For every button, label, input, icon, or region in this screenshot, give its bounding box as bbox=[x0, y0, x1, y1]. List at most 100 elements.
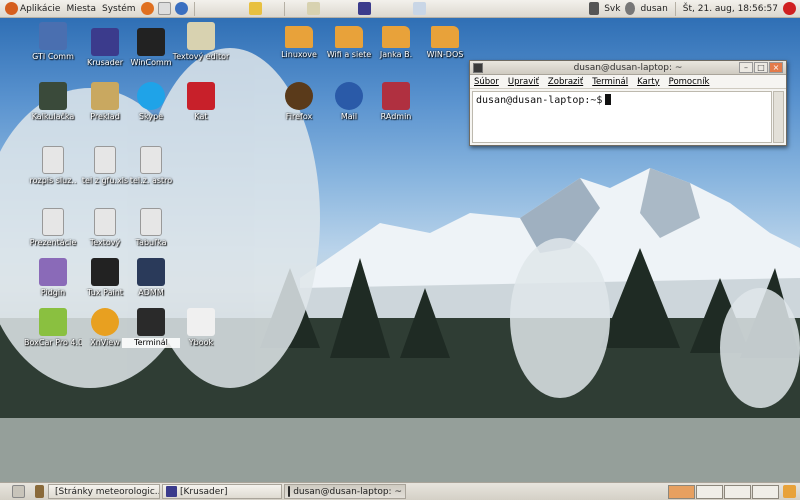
terminal-title: dusan@dusan-laptop: ~ bbox=[573, 62, 683, 73]
folder-icon bbox=[285, 26, 313, 48]
gti-comm-icon bbox=[39, 22, 67, 50]
terminal-menubar: Súbor Upraviť Zobraziť Terminál Karty Po… bbox=[470, 75, 786, 89]
mail-launcher-icon[interactable] bbox=[157, 2, 171, 15]
desktop-icon[interactable]: tel.z. astro bbox=[122, 146, 180, 186]
desktop-icon[interactable]: Kalkulačka bbox=[24, 82, 82, 122]
krusader-launcher-icon[interactable] bbox=[357, 2, 371, 15]
trash-applet-icon[interactable] bbox=[783, 485, 796, 498]
terminal-scrollbar[interactable] bbox=[773, 91, 784, 143]
workspace-2[interactable] bbox=[696, 484, 723, 499]
desktop-icon[interactable]: Prezentácie bbox=[24, 208, 82, 248]
menu-terminal[interactable]: Terminál bbox=[592, 77, 628, 87]
calc-icon bbox=[140, 208, 162, 236]
desktop-icon-label: Ybook bbox=[188, 338, 214, 347]
desktop-icon[interactable]: Pidgin bbox=[24, 258, 82, 298]
folder-icon bbox=[335, 26, 363, 48]
task-label: dusan@dusan-laptop: ~ bbox=[293, 486, 402, 497]
clock[interactable]: Št, 21. aug, 18:56:57 bbox=[680, 0, 781, 18]
kat-icon bbox=[187, 82, 215, 110]
applications-menu[interactable]: Aplikácie bbox=[0, 0, 63, 18]
document-icon bbox=[140, 146, 162, 174]
desktop-icon-label: Prezentácie bbox=[29, 238, 77, 247]
user-switcher[interactable]: dusan bbox=[637, 0, 670, 18]
desktop-icon-label: Kalkulačka bbox=[31, 112, 75, 121]
top-panel: Aplikácie Miesta Systém Svk dusan Št, 21… bbox=[0, 0, 800, 18]
pidgin-icon bbox=[39, 258, 67, 286]
terminal-window-icon bbox=[473, 63, 483, 73]
desktop-icon-label: Kat bbox=[194, 112, 208, 121]
desktop-icon[interactable]: Ybook bbox=[172, 308, 230, 348]
taskbar-task-browser[interactable]: [Stránky meteorologic... bbox=[48, 484, 160, 499]
terminal-prompt: dusan@dusan-laptop:~$ bbox=[476, 95, 603, 106]
folder-launcher-icon[interactable] bbox=[248, 2, 262, 15]
xnview-icon bbox=[91, 308, 119, 336]
folder-icon bbox=[431, 26, 459, 48]
menu-file[interactable]: Súbor bbox=[474, 77, 499, 87]
admm-icon bbox=[137, 258, 165, 286]
panel-separator bbox=[193, 1, 195, 16]
maximize-button[interactable]: □ bbox=[754, 62, 768, 73]
workspace-3[interactable] bbox=[724, 484, 751, 499]
user-name-label: dusan bbox=[640, 3, 668, 14]
menu-help[interactable]: Pomocník bbox=[669, 77, 710, 87]
writer-icon bbox=[94, 208, 116, 236]
minimize-button[interactable]: – bbox=[739, 62, 753, 73]
desktop-icon[interactable]: Kat bbox=[172, 82, 230, 122]
desktop-icon[interactable]: GTI Comm bbox=[24, 22, 82, 62]
keyboard-layout-indicator[interactable]: Svk bbox=[601, 0, 623, 18]
terminal-titlebar[interactable]: dusan@dusan-laptop: ~ – □ × bbox=[470, 61, 786, 75]
help-launcher-icon[interactable] bbox=[174, 2, 188, 15]
desktop-icon-label: RAdmin bbox=[380, 112, 412, 121]
desktop-icon-label: Textový editor bbox=[172, 52, 230, 61]
krusader-icon bbox=[91, 28, 119, 56]
menu-system-label: Systém bbox=[101, 3, 136, 14]
terminal-output[interactable]: dusan@dusan-laptop:~$ bbox=[472, 91, 772, 143]
desktop-icon[interactable]: BoxCar Pro 4.0 bbox=[24, 308, 82, 348]
document-icon bbox=[42, 146, 64, 174]
bottom-panel: [Stránky meteorologic... [Krusader] dusa… bbox=[0, 482, 800, 500]
network-status-icon[interactable] bbox=[589, 2, 600, 15]
terminal-icon bbox=[288, 486, 291, 497]
text-cursor bbox=[605, 94, 612, 105]
tuxpaint-icon bbox=[91, 258, 119, 286]
trash-icon[interactable] bbox=[35, 485, 44, 498]
firefox-launcher-icon[interactable] bbox=[140, 2, 154, 15]
desktop-icon[interactable]: Tabuľka bbox=[122, 208, 180, 248]
desktop-icon-label: WIN-DOS bbox=[426, 50, 464, 59]
workspace-4[interactable] bbox=[752, 484, 779, 499]
panel-separator bbox=[674, 1, 676, 16]
mail-icon bbox=[335, 82, 363, 110]
terminal-icon bbox=[137, 308, 165, 336]
desktop-icon-label: rozpis sluz.. bbox=[29, 176, 77, 185]
network-launcher-icon[interactable] bbox=[412, 2, 426, 15]
desktop-icon[interactable]: RAdmin bbox=[367, 82, 425, 122]
close-button[interactable]: × bbox=[769, 62, 783, 73]
task-label: [Krusader] bbox=[180, 486, 228, 497]
boxcar-icon bbox=[39, 308, 67, 336]
task-label: [Stránky meteorologic... bbox=[55, 486, 160, 497]
shutdown-icon[interactable] bbox=[783, 2, 796, 15]
panel-separator bbox=[283, 1, 285, 16]
menu-edit[interactable]: Upraviť bbox=[508, 77, 539, 87]
desktop-icon[interactable]: rozpis sluz.. bbox=[24, 146, 82, 186]
menu-tabs[interactable]: Karty bbox=[637, 77, 660, 87]
editor-launcher-icon[interactable] bbox=[306, 2, 320, 15]
wincomm-icon bbox=[137, 28, 165, 56]
firefox-icon bbox=[285, 82, 313, 110]
desktop-icon[interactable]: WIN-DOS bbox=[416, 22, 474, 60]
translate-icon bbox=[91, 82, 119, 110]
desktop-icon[interactable]: ADMM bbox=[122, 258, 180, 298]
system-menu[interactable]: Systém bbox=[99, 0, 139, 18]
taskbar-task-terminal[interactable]: dusan@dusan-laptop: ~ bbox=[284, 484, 406, 499]
menu-view[interactable]: Zobraziť bbox=[548, 77, 583, 87]
desktop-icon[interactable]: Textový editor bbox=[172, 22, 230, 62]
places-menu[interactable]: Miesta bbox=[63, 0, 99, 18]
show-desktop-icon[interactable] bbox=[12, 485, 25, 498]
ubuntu-logo-icon bbox=[5, 2, 18, 15]
workspace-1[interactable] bbox=[668, 484, 695, 499]
terminal-window[interactable]: dusan@dusan-laptop: ~ – □ × Súbor Upravi… bbox=[469, 60, 787, 146]
taskbar-task-krusader[interactable]: [Krusader] bbox=[162, 484, 282, 499]
text-editor-icon bbox=[187, 22, 215, 50]
presentation-icon bbox=[42, 208, 64, 236]
desktop-icon-label: BoxCar Pro 4.0 bbox=[24, 338, 82, 347]
